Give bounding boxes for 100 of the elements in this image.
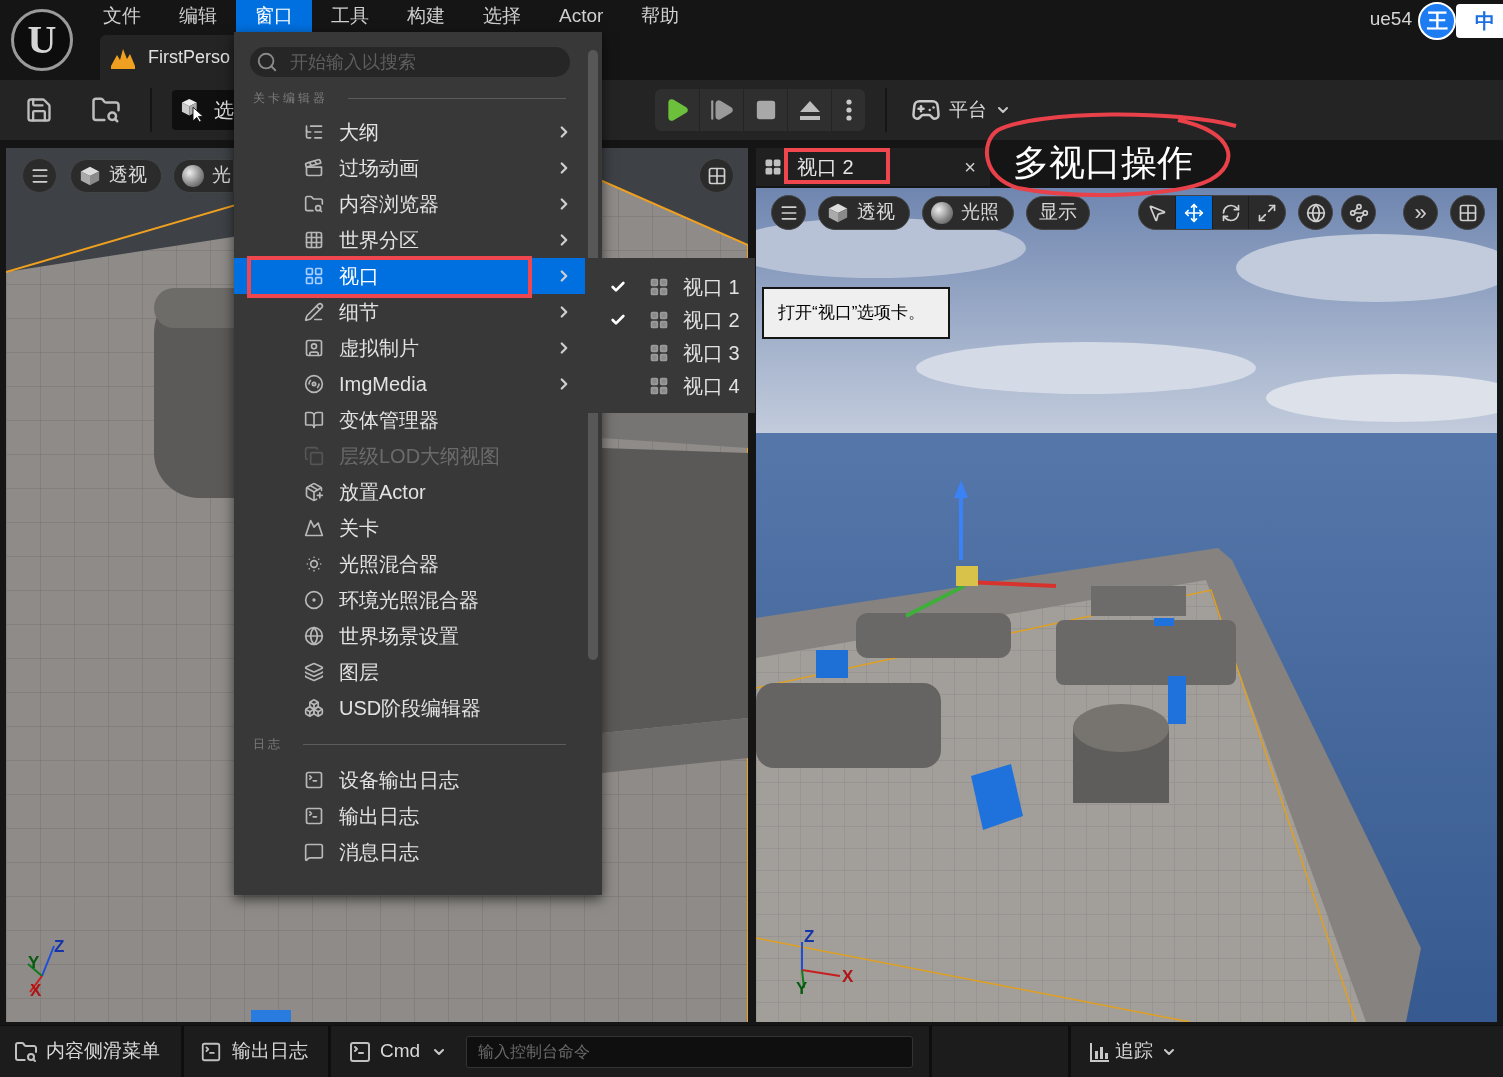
app-logo[interactable]: U <box>11 9 73 71</box>
globe-icon <box>1305 202 1326 223</box>
menu-bar-item[interactable]: 构建 <box>388 0 464 32</box>
axis-label: Y <box>28 954 40 971</box>
stop-icon <box>754 99 777 121</box>
annotation-text: 多视口操作 <box>1013 141 1193 185</box>
cube-icon <box>79 164 101 187</box>
eject-icon <box>797 99 822 121</box>
layout-grid-icon <box>1457 202 1478 223</box>
bar-chart-icon <box>1089 1040 1111 1063</box>
submenu-item[interactable]: 视口 1 <box>588 270 755 303</box>
terminal-icon <box>304 806 324 826</box>
folder-search-icon <box>91 95 121 125</box>
axis-label: X <box>30 982 42 999</box>
menu-item[interactable]: 消息日志 <box>234 834 585 870</box>
stacked-squares-icon <box>304 446 324 466</box>
list-tree-icon <box>304 122 324 142</box>
console-input-field[interactable]: 输入控制台命令 <box>466 1035 913 1068</box>
four-squares-icon <box>649 309 669 330</box>
menu-bar-item[interactable]: 选择 <box>464 0 540 32</box>
menu-item[interactable]: 视口 <box>234 258 585 294</box>
ime-logo: 王 <box>1418 2 1456 40</box>
axis-label: Z <box>804 928 815 945</box>
cube-cursor-icon <box>181 97 205 123</box>
mode-button[interactable]: 选 <box>172 90 236 130</box>
section-title: 关卡编辑器 <box>253 90 328 107</box>
menu-item[interactable]: 放置Actor <box>234 474 585 510</box>
project-name: ue54 <box>1369 7 1412 31</box>
move-arrows-icon <box>1184 202 1205 223</box>
submenu-item[interactable]: 视口 4 <box>588 369 755 402</box>
menu-bar-item[interactable]: 文件 <box>84 0 160 32</box>
search-field[interactable]: 开始输入以搜索 <box>250 47 570 77</box>
nodes-icon <box>1348 202 1369 223</box>
book-icon <box>304 410 324 430</box>
menu-item[interactable]: USD阶段编辑器 <box>234 690 585 726</box>
content-drawer-button[interactable]: 内容侧滑菜单 <box>14 1037 160 1066</box>
save-icon <box>25 96 53 124</box>
folder-search-icon <box>304 194 324 214</box>
section-title: 日志 <box>253 736 283 753</box>
menu-item[interactable]: ImgMedia <box>234 366 585 402</box>
menu-item[interactable]: 过场动画 <box>234 150 585 186</box>
folder-search-icon <box>14 1039 38 1064</box>
ring-icon <box>304 590 324 610</box>
menu-item[interactable]: 细节 <box>234 294 585 330</box>
menu-item[interactable]: 大纲 <box>234 114 585 150</box>
globe-icon <box>304 626 324 646</box>
cube-icon <box>827 201 849 224</box>
menu-item[interactable]: 设备输出日志 <box>234 762 585 798</box>
menu-item[interactable]: 环境光照混合器 <box>234 582 585 618</box>
terminal-icon <box>200 1040 222 1063</box>
sun-icon <box>304 554 324 574</box>
four-squares-icon <box>304 266 324 286</box>
ime-mode-indicator[interactable]: 中 <box>1456 4 1503 38</box>
menu-item[interactable]: 内容浏览器 <box>234 186 585 222</box>
clapperboard-icon <box>304 158 324 178</box>
expand-arrows-icon <box>1257 202 1278 223</box>
close-button[interactable]: × <box>964 157 976 177</box>
portrait-icon <box>304 338 324 358</box>
menu-item[interactable]: 世界分区 <box>234 222 585 258</box>
four-squares-icon <box>649 375 669 396</box>
four-squares-icon <box>764 158 782 176</box>
menu-bar-item[interactable]: 帮助 <box>622 0 699 32</box>
tool-button[interactable] <box>1175 196 1212 229</box>
speech-bubble-icon <box>304 842 324 862</box>
cubes-icon <box>304 698 324 718</box>
disc-icon <box>304 374 324 394</box>
console-button[interactable]: Cmd <box>347 1037 448 1066</box>
skip-icon <box>708 97 735 123</box>
menu-item[interactable]: 变体管理器 <box>234 402 585 438</box>
platform-button[interactable]: 平台 <box>911 95 1011 125</box>
tab-label[interactable]: 视口 2 <box>797 152 854 182</box>
terminal-icon <box>304 770 324 790</box>
menu-item[interactable]: 世界场景设置 <box>234 618 585 654</box>
menu-item[interactable]: 输出日志 <box>234 798 585 834</box>
submenu-item[interactable]: 视口 3 <box>588 336 755 369</box>
menu-bar-item[interactable]: 工具 <box>312 0 388 32</box>
axis-label: X <box>842 968 854 985</box>
tab-label: FirstPerso <box>148 46 230 69</box>
box-plus-icon <box>304 482 324 502</box>
menu-item[interactable]: 关卡 <box>234 510 585 546</box>
pencil-icon <box>304 302 324 322</box>
menu-bar-item[interactable]: 编辑 <box>160 0 236 32</box>
menu-item[interactable]: 光照混合器 <box>234 546 585 582</box>
layers-icon <box>304 662 324 682</box>
axis-label: Z <box>54 938 65 955</box>
mountain-icon <box>304 518 324 538</box>
menu-bar-item[interactable]: 窗口 <box>236 0 312 32</box>
axis-label: Y <box>796 980 808 997</box>
terminal-icon <box>347 1039 373 1064</box>
document-tab[interactable]: FirstPerso <box>100 35 234 80</box>
submenu-item[interactable]: 视口 2 <box>588 303 755 336</box>
layout-grid-icon <box>706 165 727 186</box>
grid-icon <box>304 230 324 250</box>
tooltip: 打开“视口”选项卡。 <box>762 287 950 339</box>
menu-bar-item[interactable]: Actor <box>540 0 623 32</box>
menu-item[interactable]: 图层 <box>234 654 585 690</box>
four-squares-icon <box>649 276 669 297</box>
menu-item[interactable]: 虚拟制片 <box>234 330 585 366</box>
trace-button[interactable]: 追踪 <box>1089 1037 1177 1066</box>
output-log-button[interactable]: 输出日志 <box>200 1037 308 1066</box>
